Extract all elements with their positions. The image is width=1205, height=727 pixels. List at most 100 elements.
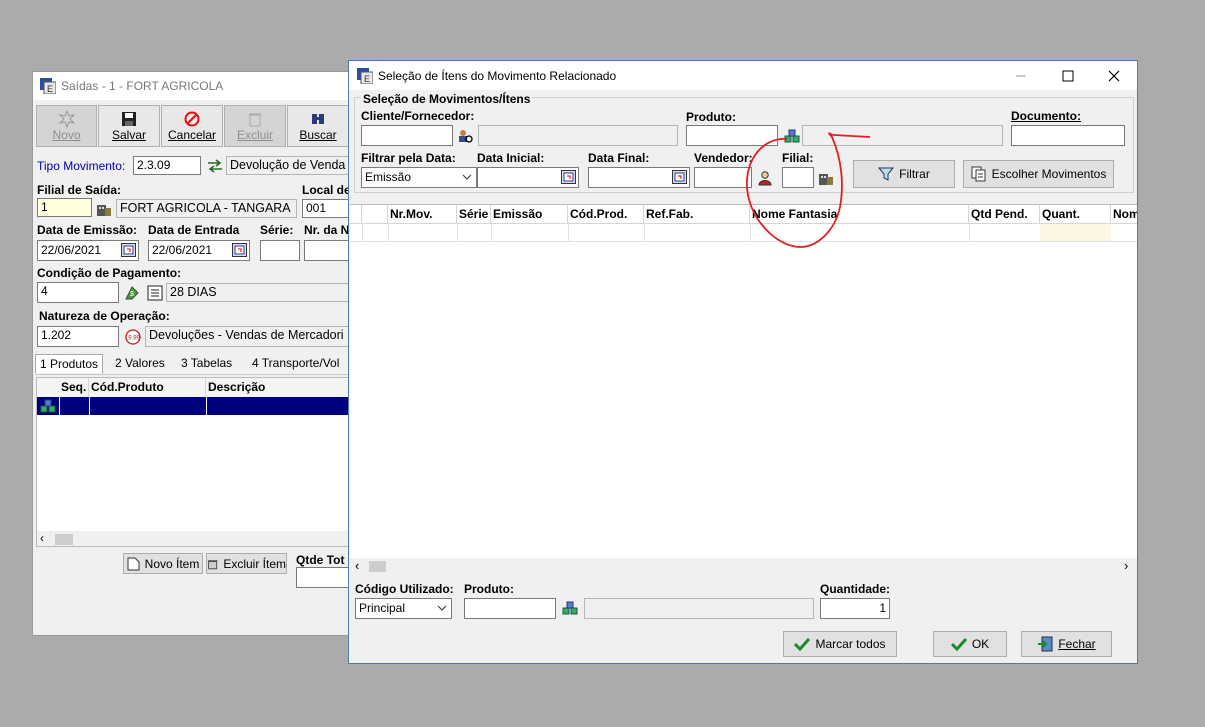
excluir-label: Excluir: [236, 128, 273, 142]
col-cod-prod[interactable]: Cód.Prod.: [568, 205, 644, 223]
calendar-icon[interactable]: [561, 170, 576, 184]
row-divider: [89, 397, 90, 415]
data-inicial-label: Data Inicial:: [477, 151, 545, 165]
col-serie[interactable]: Série: [457, 205, 491, 223]
escolher-movimentos-button[interactable]: Escolher Movimentos: [963, 160, 1114, 188]
chevron-down-icon: [462, 174, 472, 180]
svg-text:9.99: 9.99: [128, 336, 140, 342]
switch-icon[interactable]: [206, 158, 224, 174]
products-grid[interactable]: Seq. Cód.Produto Descrição ‹: [36, 377, 351, 547]
svg-text:$: $: [130, 291, 134, 298]
col-emissao[interactable]: Emissão: [491, 205, 568, 223]
cfop-icon[interactable]: 9.99: [125, 329, 141, 345]
produto-bottom-desc: [584, 598, 814, 619]
filial-saida-field[interactable]: 1: [37, 198, 92, 217]
calendar-icon[interactable]: [232, 243, 247, 257]
marcar-todos-button[interactable]: Marcar todos: [783, 631, 897, 657]
documento-field[interactable]: [1011, 125, 1125, 146]
escolher-label: Escolher Movimentos: [991, 167, 1107, 181]
data-final-field[interactable]: [588, 167, 690, 188]
buscar-button[interactable]: Buscar: [287, 105, 349, 147]
salvar-button[interactable]: Salvar: [98, 105, 160, 147]
cancel-icon: [184, 111, 200, 127]
natureza-field[interactable]: 1.202: [37, 326, 119, 347]
marcar-todos-label: Marcar todos: [815, 637, 886, 651]
calendar-icon[interactable]: [121, 243, 136, 257]
horizontal-scrollbar[interactable]: ‹: [37, 531, 350, 546]
horizontal-scrollbar[interactable]: ‹ ›: [350, 558, 1137, 575]
col-indicator: [350, 205, 362, 223]
data-inicial-field[interactable]: [477, 167, 579, 188]
nr-nota-field[interactable]: [304, 240, 351, 261]
tab-tabelas[interactable]: 3 Tabelas: [177, 354, 236, 372]
person-search-icon[interactable]: [457, 128, 473, 144]
novo-label: Novo: [52, 128, 81, 142]
scroll-right-arrow[interactable]: ›: [1124, 558, 1128, 573]
table-row[interactable]: [37, 397, 350, 415]
cliente-label: Cliente/Fornecedor:: [361, 109, 475, 123]
quantidade-field[interactable]: 1: [820, 598, 890, 619]
novo-button[interactable]: Novo: [36, 105, 97, 147]
list-icon[interactable]: [147, 285, 163, 301]
window-title: Saídas - 1 - FORT AGRICOLA: [61, 79, 224, 93]
movimentos-grid[interactable]: Nr.Mov. Série Emissão Cód.Prod. Ref.Fab.…: [350, 204, 1137, 575]
produto-bottom-field[interactable]: [464, 598, 556, 619]
tab-produtos[interactable]: 1 Produtos: [35, 354, 104, 373]
chevron-down-icon: [437, 605, 447, 611]
col-seq[interactable]: Seq.: [59, 378, 89, 396]
new-doc-icon: [127, 557, 140, 570]
col-ref-fab[interactable]: Ref.Fab.: [644, 205, 750, 223]
natureza-label: Natureza de Operação:: [39, 309, 170, 323]
scroll-thumb[interactable]: [369, 561, 386, 572]
product-icon[interactable]: [562, 600, 578, 616]
qtde-total-field: [296, 567, 351, 588]
ok-button[interactable]: OK: [933, 631, 1007, 657]
scroll-thumb[interactable]: [55, 534, 73, 545]
cond-pagamento-field[interactable]: 4: [37, 282, 119, 303]
minimize-icon[interactable]: [1014, 69, 1028, 83]
dialog-title: Seleção de Ítens do Movimento Relacionad…: [378, 69, 617, 83]
excluir-button[interactable]: Excluir: [224, 105, 286, 147]
tab-valores[interactable]: 2 Valores: [111, 354, 169, 372]
close-icon[interactable]: [1107, 69, 1121, 83]
col-check: [362, 205, 388, 223]
data-entrada-field[interactable]: 22/06/2021: [148, 240, 250, 261]
calendar-icon[interactable]: [672, 170, 687, 184]
nr-nota-label: Nr. da N: [304, 223, 350, 237]
codigo-utilizado-value: Principal: [359, 601, 406, 615]
local-field[interactable]: 001: [302, 199, 351, 218]
produto-label: Produto:: [686, 110, 736, 124]
col-nr-mov[interactable]: Nr.Mov.: [388, 205, 457, 223]
tab-transporte[interactable]: 4 Transporte/Vol: [248, 354, 343, 372]
excluir-item-button[interactable]: Excluir Ítem: [206, 553, 287, 574]
maximize-icon[interactable]: [1061, 69, 1075, 83]
col-cod-produto[interactable]: Cód.Produto: [89, 378, 206, 396]
fechar-button[interactable]: Fechar: [1021, 631, 1112, 657]
burst-icon: [57, 110, 76, 128]
scroll-left-arrow[interactable]: ‹: [355, 558, 359, 573]
trash-icon: [249, 113, 261, 127]
serie-field[interactable]: [260, 240, 300, 261]
cell-divider: [969, 224, 970, 241]
col-qtd-pend[interactable]: Qtd Pend.: [969, 205, 1040, 223]
cell-divider: [491, 224, 492, 241]
ok-label: OK: [971, 637, 990, 651]
data-emissao-field[interactable]: 22/06/2021: [37, 240, 139, 261]
data-emissao-label: Data de Emissão:: [37, 223, 138, 237]
cancelar-button[interactable]: Cancelar: [161, 105, 223, 147]
money-icon[interactable]: $: [124, 285, 140, 301]
col-descricao[interactable]: Descrição: [206, 378, 350, 396]
tipo-movimento-field[interactable]: 2.3.09: [133, 156, 201, 175]
building-icon[interactable]: [96, 201, 112, 217]
cliente-field[interactable]: [361, 125, 453, 146]
col-quant[interactable]: Quant.: [1040, 205, 1111, 223]
novo-item-button[interactable]: Novo Ítem: [123, 553, 203, 574]
col-nom[interactable]: Nom: [1111, 205, 1137, 223]
quant-cell[interactable]: [1040, 224, 1111, 241]
quantidade-label: Quantidade:: [820, 582, 891, 596]
codigo-utilizado-select[interactable]: Principal: [355, 598, 452, 619]
scroll-left-arrow[interactable]: ‹: [40, 531, 44, 545]
filter-icon: [878, 167, 895, 181]
salvar-label: Salvar: [111, 128, 146, 142]
filtrar-data-select[interactable]: Emissão: [361, 167, 477, 188]
